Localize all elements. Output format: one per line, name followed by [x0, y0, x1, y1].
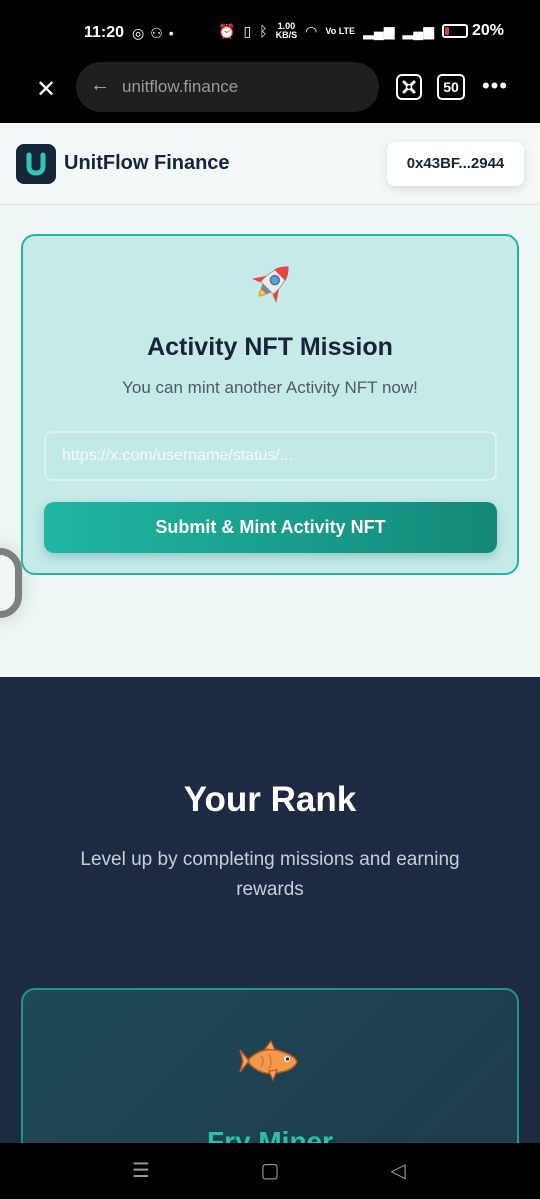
battery-fill [444, 27, 449, 35]
signal-icon: ▂▄▆ [363, 23, 395, 39]
rank-card: Fry Miner [21, 988, 519, 1143]
back-arrow-icon[interactable]: ← [90, 74, 112, 96]
rank-title: Your Rank [183, 780, 357, 819]
system-nav-bar: ☰ ▢ ◁ [0, 1143, 540, 1199]
status-right-icons: ⏰ ▯ ᛒ 1.00 KB/S ◠ Vo LTE ▂▄▆ ▂▄▆ 20% [218, 22, 504, 40]
brand-name[interactable]: UnitFlow Finance [64, 152, 230, 175]
unitflow-logo[interactable] [16, 144, 56, 184]
dot-icon: • [168, 25, 174, 41]
mission-subtitle: You can mint another Activity NFT now! [122, 378, 418, 397]
logo-icon [26, 152, 46, 176]
rank-subtitle: Level up by completing missions and earn… [80, 849, 460, 900]
tabs-button[interactable]: 50 [437, 74, 465, 100]
status-bar: 11:20 ◎ ⚇ • ⏰ ▯ ᛒ 1.00 KB/S ◠ Vo LTE ▂▄▆… [0, 0, 540, 62]
site-header: UnitFlow Finance 0x43BF...2944 [0, 123, 540, 205]
fish-icon [239, 1039, 298, 1082]
bluetooth-icon: ᛒ [259, 23, 268, 39]
status-left-icons: ◎ ⚇ • [132, 24, 174, 42]
rank-section: Your Rank Level up by completing mission… [0, 677, 540, 1143]
web-content: UnitFlow Finance 0x43BF...2944 Activity … [0, 123, 540, 1143]
net-speed: 1.00 KB/S [276, 22, 298, 40]
vibrate-icon: ▯ [243, 23, 252, 39]
close-icon: ✕ [35, 76, 57, 103]
battery-percent: 20% [471, 22, 504, 39]
floating-overlay-edge [0, 548, 22, 618]
home-icon[interactable]: ▢ [258, 1159, 282, 1183]
tweet-url-input[interactable] [44, 431, 497, 481]
back-icon[interactable]: ◁ [386, 1159, 410, 1183]
extension-icon [402, 80, 416, 94]
status-time: 11:20 [84, 24, 125, 41]
rocket-icon [252, 266, 289, 303]
battery-icon [441, 24, 468, 38]
browser-toolbar: ✕ ← unitflow.finance 50 ••• [0, 62, 540, 123]
battery: 20% [441, 22, 504, 40]
instagram-icon: ◎ [132, 25, 145, 41]
close-tab-button[interactable]: ✕ [32, 76, 60, 104]
address-url[interactable]: unitflow.finance [122, 77, 238, 97]
game-controller-icon: ⚇ [150, 25, 163, 41]
volte-label: Vo LTE [325, 25, 356, 36]
wifi-icon: ◠ [305, 23, 318, 39]
address-bar[interactable]: ← unitflow.finance [76, 62, 379, 112]
alarm-icon: ⏰ [218, 23, 236, 39]
extension-button[interactable] [396, 74, 422, 100]
submit-mint-button[interactable]: Submit & Mint Activity NFT [44, 502, 497, 553]
wallet-address-button[interactable]: 0x43BF...2944 [387, 142, 524, 186]
signal-icon: ▂▄▆ [402, 23, 434, 39]
net-speed-unit: KB/S [275, 30, 298, 40]
rank-name: Fry Miner [206, 1126, 334, 1143]
mission-title: Activity NFT Mission [147, 333, 393, 361]
more-options-icon[interactable]: ••• [478, 72, 512, 100]
recent-apps-icon[interactable]: ☰ [129, 1159, 153, 1183]
activity-nft-mission-card: Activity NFT Mission You can mint anothe… [21, 234, 519, 575]
